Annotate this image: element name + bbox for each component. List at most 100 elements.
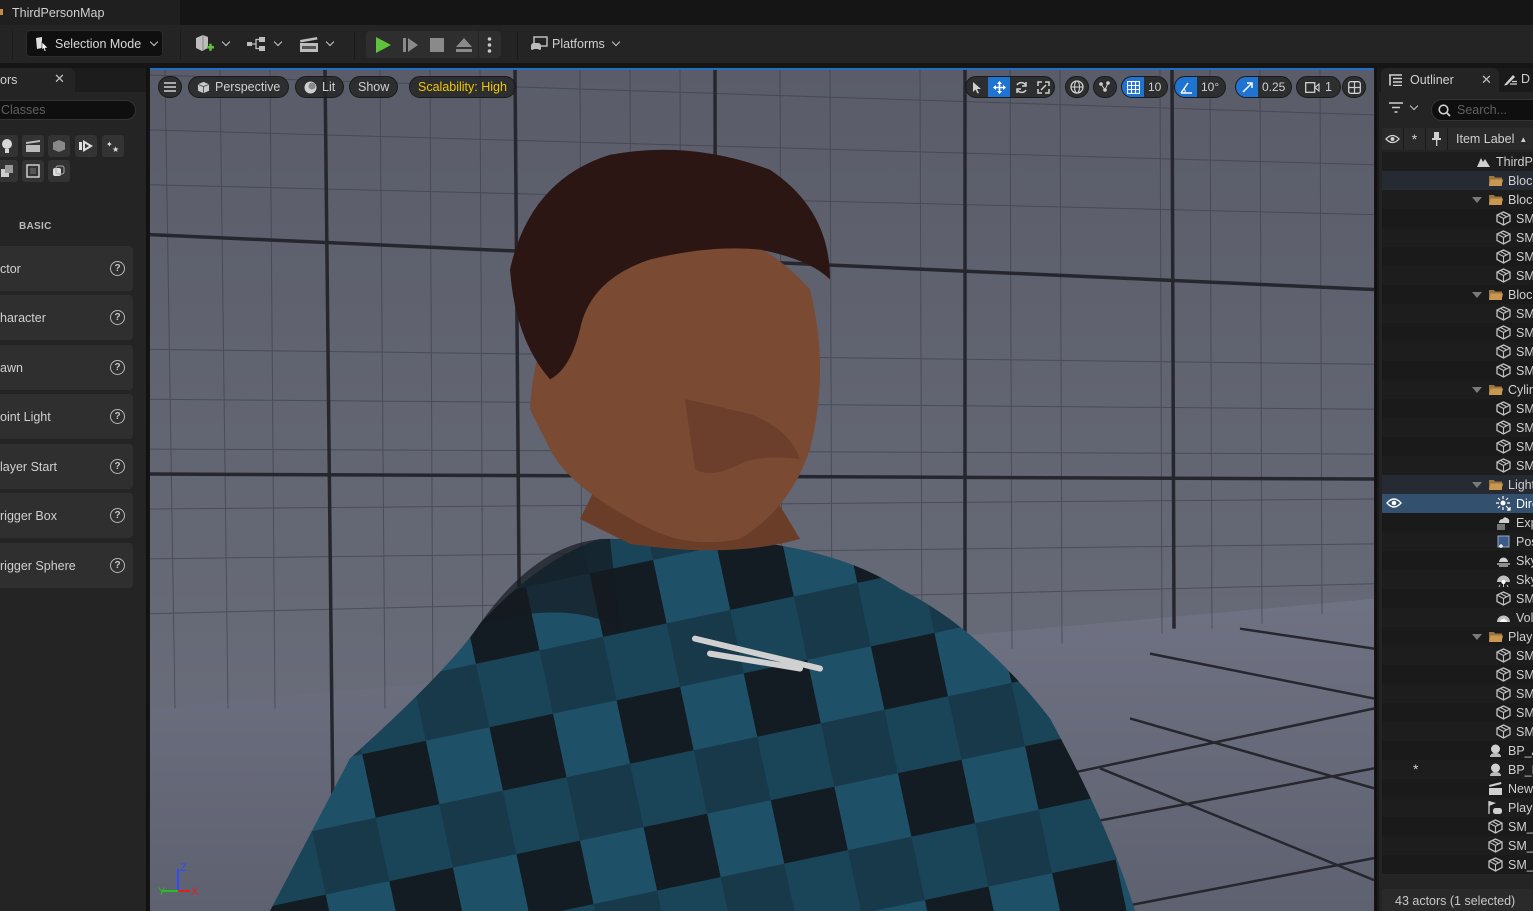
outliner-actor-row[interactable]: SM_ (1382, 247, 1533, 266)
outliner-tab[interactable]: Outliner ✕ (1381, 68, 1499, 92)
outliner-actor-row[interactable]: SM_ (1382, 304, 1533, 323)
scale-tool-button[interactable] (1032, 77, 1054, 97)
outliner-actor-row[interactable]: SM_ (1382, 228, 1533, 247)
platforms-dropdown[interactable]: Platforms (530, 36, 621, 52)
outliner-actor-row[interactable]: SM_ (1382, 722, 1533, 741)
help-icon[interactable]: ? (110, 261, 125, 276)
shapes-icon[interactable] (48, 160, 70, 182)
outliner-actor-row[interactable]: Pos (1382, 532, 1533, 551)
viewport-layout-button[interactable] (1342, 76, 1366, 98)
rotation-snap-toggle[interactable] (1175, 77, 1197, 97)
actor-item-actor[interactable]: ctor? (0, 246, 133, 291)
blueprints-button[interactable] (246, 34, 283, 54)
all-classes-icon[interactable] (22, 160, 44, 182)
actor-item-player-start[interactable]: layer Start? (0, 444, 133, 489)
outliner-folder-row[interactable]: Playg (1382, 627, 1533, 646)
outliner-actor-row[interactable]: SM_ (1382, 342, 1533, 361)
scalability-warning[interactable]: Scalability: High (409, 76, 516, 98)
outliner-actor-row[interactable]: SM_ (1382, 209, 1533, 228)
add-content-button[interactable] (194, 34, 231, 54)
outliner-actor-row[interactable]: BP_Ac (1382, 741, 1533, 760)
help-icon[interactable]: ? (110, 459, 125, 474)
class-search-input[interactable]: Classes (0, 100, 136, 120)
outliner-folder-row[interactable]: Block (1382, 171, 1533, 190)
actor-item-trigger-box[interactable]: rigger Box? (0, 493, 133, 538)
outliner-search-input[interactable]: Search... (1431, 99, 1533, 121)
outliner-actor-row[interactable]: ThirdPe (1382, 152, 1533, 171)
help-icon[interactable]: ? (110, 310, 125, 325)
expand-arrow-icon[interactable] (1472, 634, 1482, 640)
scale-snap-value[interactable]: 0.25 (1258, 77, 1291, 97)
cinematic-clapper-icon[interactable] (22, 135, 44, 157)
outliner-folder-row[interactable]: Cylinc (1382, 380, 1533, 399)
level-viewport[interactable]: Perspective Lit Show Scalability: High 1… (150, 68, 1374, 911)
outliner-actor-row[interactable]: Player (1382, 798, 1533, 817)
expand-arrow-icon[interactable] (1472, 292, 1482, 298)
map-tab[interactable]: ThirdPersonMap (0, 0, 180, 25)
outliner-folder-row[interactable]: Block (1382, 190, 1533, 209)
outliner-actor-row[interactable]: SM_ (1382, 361, 1533, 380)
selection-mode-dropdown[interactable]: Selection Mode (26, 30, 163, 57)
expand-arrow-icon[interactable] (1472, 197, 1482, 203)
outliner-actor-row[interactable]: Sky (1382, 551, 1533, 570)
outliner-actor-row[interactable]: SM_C (1382, 836, 1533, 855)
item-label-column[interactable]: Item Label ▲ (1448, 132, 1527, 146)
outliner-actor-row[interactable]: SM_ (1382, 418, 1533, 437)
actor-item-pawn[interactable]: awn? (0, 345, 133, 390)
rotate-tool-button[interactable] (1010, 77, 1032, 97)
outliner-actor-row[interactable]: SM_C (1382, 817, 1533, 836)
rotation-snap-value[interactable]: 10° (1197, 77, 1225, 97)
star-icon[interactable]: * (1413, 761, 1418, 777)
outliner-actor-row[interactable]: SM_ (1382, 703, 1533, 722)
outliner-folder-row[interactable]: Lightin (1382, 475, 1533, 494)
light-bulb-icon[interactable] (0, 135, 18, 157)
actor-item-character[interactable]: haracter? (0, 295, 133, 340)
actor-item-trigger-sphere[interactable]: rigger Sphere? (0, 543, 133, 588)
outliner-actor-row[interactable]: SM_ (1382, 323, 1533, 342)
outliner-folder-row[interactable]: Block (1382, 285, 1533, 304)
details-tab[interactable]: D (1503, 72, 1530, 86)
translate-tool-button[interactable] (988, 77, 1010, 97)
actor-item-point-light[interactable]: oint Light? (0, 394, 133, 439)
outliner-actor-row[interactable]: SM_ (1382, 456, 1533, 475)
outliner-actor-row[interactable]: SM_ (1382, 646, 1533, 665)
expand-arrow-icon[interactable] (1472, 387, 1482, 393)
grid-snap-value[interactable]: 10 (1144, 77, 1167, 97)
outliner-actor-row[interactable]: SM_ (1382, 665, 1533, 684)
outliner-actor-row[interactable]: NewL (1382, 779, 1533, 798)
stop-icon[interactable] (429, 37, 445, 53)
show-button[interactable]: Show (349, 76, 399, 98)
help-icon[interactable]: ? (110, 409, 125, 424)
camera-speed-button[interactable]: 1 (1296, 76, 1341, 98)
help-icon[interactable]: ? (110, 558, 125, 573)
grid-snap-toggle[interactable] (1122, 77, 1144, 97)
scale-snap-toggle[interactable] (1236, 77, 1258, 97)
help-icon[interactable]: ? (110, 360, 125, 375)
cinematics-button[interactable] (298, 34, 335, 54)
perspective-button[interactable]: Perspective (188, 76, 290, 98)
close-icon[interactable]: ✕ (1481, 72, 1492, 88)
outliner-actor-row[interactable]: Dire (1382, 494, 1533, 513)
help-icon[interactable]: ? (110, 508, 125, 523)
eye-icon[interactable] (1386, 497, 1402, 509)
more-options-icon[interactable] (487, 36, 492, 54)
volumes-icon[interactable] (0, 160, 18, 182)
advance-frame-icon[interactable] (402, 36, 420, 54)
effects-stars-icon[interactable]: ✦ ★ (102, 135, 124, 157)
outliner-actor-row[interactable]: Sky (1382, 570, 1533, 589)
select-tool-button[interactable] (966, 77, 988, 97)
surface-snapping-button[interactable] (1093, 76, 1117, 98)
visual-effects-cube-icon[interactable] (48, 135, 70, 157)
outliner-actor-row[interactable]: SM_ (1382, 437, 1533, 456)
outliner-actor-row[interactable]: Exp (1382, 513, 1533, 532)
play-icon[interactable] (374, 36, 392, 54)
outliner-actor-row[interactable]: Volu (1382, 608, 1533, 627)
favorite-column[interactable]: * (1404, 128, 1426, 150)
place-actors-tab[interactable]: ors ✕ (0, 68, 75, 92)
eject-icon[interactable] (455, 36, 473, 54)
outliner-actor-row[interactable]: * BP_Da (1382, 760, 1533, 779)
outliner-actor-row[interactable]: SM_ (1382, 684, 1533, 703)
world-local-toggle[interactable] (1065, 76, 1089, 98)
visibility-column[interactable] (1382, 128, 1404, 150)
media-icon[interactable] (75, 135, 97, 157)
